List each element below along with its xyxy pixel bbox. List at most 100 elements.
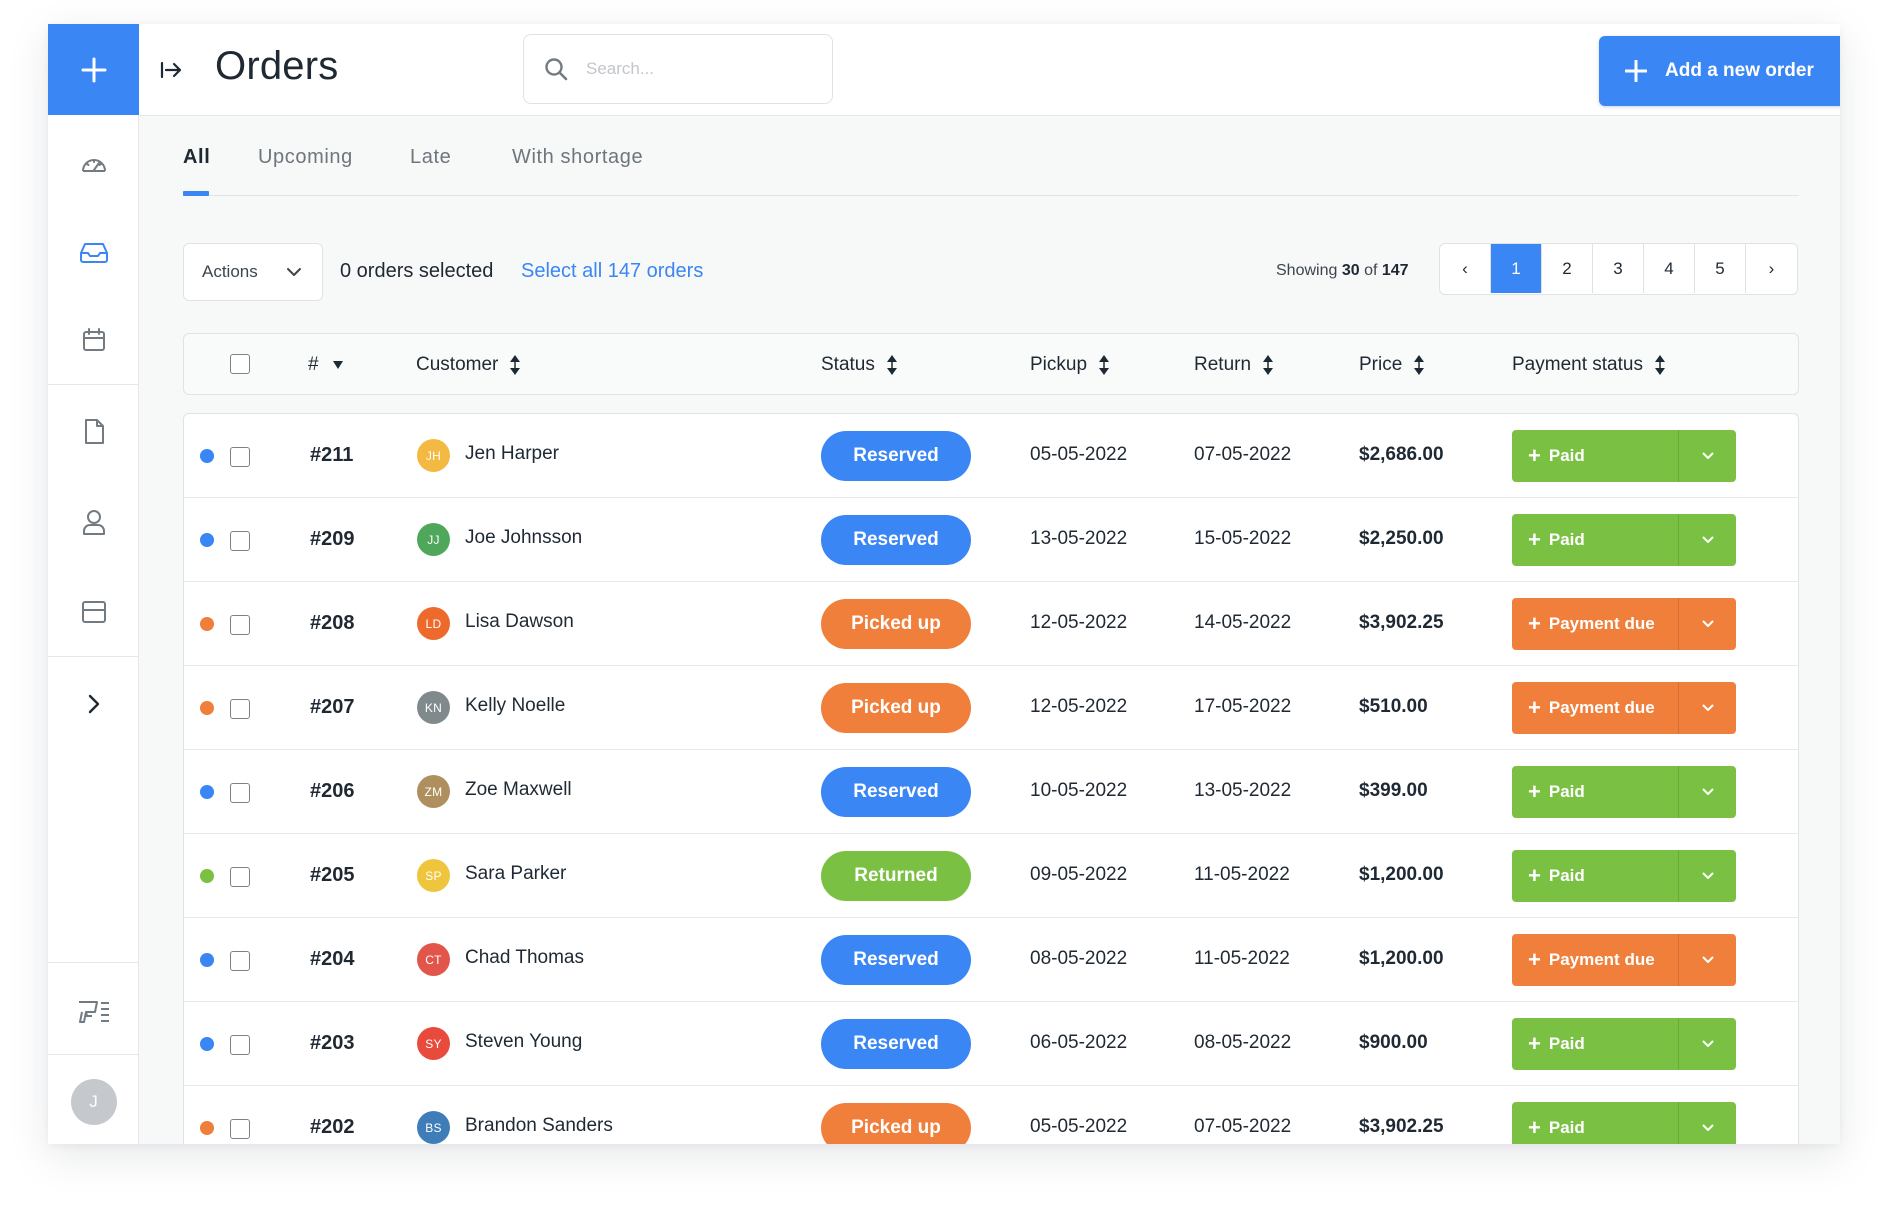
payment-status-button[interactable]: + Paid	[1512, 766, 1678, 818]
table-row[interactable]: #211 JH Jen Harper Reserved 05-05-2022 07-05-…	[184, 414, 1798, 498]
table-row[interactable]: #205 SP Sara Parker Returned 09-05-2022 11-05…	[184, 834, 1798, 918]
search-input[interactable]	[586, 59, 786, 79]
page-1-button[interactable]: 1	[1491, 244, 1542, 293]
row-checkbox[interactable]	[230, 951, 250, 971]
payment-options-dropdown[interactable]	[1678, 766, 1736, 818]
payment-options-dropdown[interactable]	[1678, 598, 1736, 650]
tab-upcoming[interactable]: Upcoming	[258, 146, 353, 169]
payment-options-dropdown[interactable]	[1678, 850, 1736, 902]
sidebar-item-customers[interactable]	[48, 482, 139, 562]
payment-options-dropdown[interactable]	[1678, 682, 1736, 734]
column-return[interactable]: Return	[1194, 354, 1274, 376]
sidebar-item-inventory[interactable]	[48, 572, 139, 652]
order-number[interactable]: #211	[310, 444, 353, 467]
order-number[interactable]: #208	[310, 612, 355, 635]
customer-name[interactable]: Jen Harper	[465, 443, 559, 465]
payment-options-dropdown[interactable]	[1678, 430, 1736, 482]
quick-add-button[interactable]	[48, 24, 139, 115]
payment-status-button[interactable]: + Payment due	[1512, 598, 1678, 650]
plus-icon: +	[1528, 443, 1541, 468]
payment-options-dropdown[interactable]	[1678, 1102, 1736, 1144]
sidebar-item-bulk-scan[interactable]	[48, 972, 139, 1052]
row-checkbox[interactable]	[230, 1035, 250, 1055]
payment-options-dropdown[interactable]	[1678, 1018, 1736, 1070]
payment-options-dropdown[interactable]	[1678, 514, 1736, 566]
payment-status-button[interactable]: + Paid	[1512, 1018, 1678, 1070]
payment-status-button[interactable]: + Paid	[1512, 1102, 1678, 1144]
actions-dropdown[interactable]: Actions	[183, 243, 323, 301]
payment-status-button[interactable]: + Payment due	[1512, 682, 1678, 734]
order-number[interactable]: #205	[310, 864, 355, 887]
order-number[interactable]: #206	[310, 780, 355, 803]
sidebar-item-calendar[interactable]	[48, 300, 139, 380]
table-row[interactable]: #209 JJ Joe Johnsson Reserved 13-05-2022 15-0…	[184, 498, 1798, 582]
payment-options-dropdown[interactable]	[1678, 934, 1736, 986]
sidebar-expand-button[interactable]	[48, 664, 139, 744]
order-price: $3,902.25	[1359, 612, 1444, 633]
tab-with-shortage[interactable]: With shortage	[512, 146, 643, 169]
table-row[interactable]: #207 KN Kelly Noelle Picked up 12-05-2022 17-…	[184, 666, 1798, 750]
page-4-button[interactable]: 4	[1644, 244, 1695, 293]
order-number[interactable]: #204	[310, 948, 355, 971]
column-price[interactable]: Price	[1359, 354, 1425, 376]
column-status[interactable]: Status	[821, 354, 897, 376]
column-pickup[interactable]: Pickup	[1030, 354, 1110, 376]
payment-status-label: Paid	[1548, 446, 1585, 465]
row-checkbox[interactable]	[230, 699, 250, 719]
customer-name[interactable]: Lisa Dawson	[465, 611, 574, 633]
customer-name[interactable]: Zoe Maxwell	[465, 779, 572, 801]
table-row[interactable]: #203 SY Steven Young Reserved 06-05-2022 08-0…	[184, 1002, 1798, 1086]
page-5-button[interactable]: 5	[1695, 244, 1746, 293]
order-number[interactable]: #203	[310, 1032, 355, 1055]
order-number[interactable]: #209	[310, 528, 355, 551]
sidebar-item-orders[interactable]	[48, 212, 139, 292]
payment-status-button[interactable]: + Paid	[1512, 514, 1678, 566]
customer-avatar: SY	[417, 1027, 450, 1060]
order-number[interactable]: #207	[310, 696, 355, 719]
column-payment-status[interactable]: Payment status	[1512, 354, 1665, 376]
customer-name[interactable]: Steven Young	[465, 1031, 582, 1053]
customer-name[interactable]: Joe Johnsson	[465, 527, 582, 549]
add-new-order-button[interactable]: Add a new order	[1599, 36, 1840, 106]
showing-count: 30	[1341, 262, 1360, 279]
table-row[interactable]: #206 ZM Zoe Maxwell Reserved 10-05-2022 13-05…	[184, 750, 1798, 834]
column-customer[interactable]: Customer	[416, 354, 521, 376]
sidebar-item-documents[interactable]	[48, 392, 139, 472]
row-checkbox[interactable]	[230, 615, 250, 635]
pickup-date: 09-05-2022	[1030, 864, 1128, 885]
select-all-checkbox[interactable]	[230, 354, 250, 374]
row-checkbox[interactable]	[230, 1119, 250, 1139]
collapse-sidebar-button[interactable]	[155, 54, 187, 86]
order-number[interactable]: #202	[310, 1116, 355, 1139]
plus-icon	[1625, 60, 1647, 82]
row-checkbox[interactable]	[230, 783, 250, 803]
app-window: J Orders Add a new order All Upcoming La…	[48, 24, 1840, 1144]
payment-status-button[interactable]: + Paid	[1512, 850, 1678, 902]
column-label: #	[308, 354, 319, 375]
next-page-button[interactable]: ›	[1746, 244, 1797, 293]
customer-name[interactable]: Chad Thomas	[465, 947, 584, 969]
status-dot	[200, 1037, 214, 1051]
search-box[interactable]	[523, 34, 833, 104]
row-checkbox[interactable]	[230, 867, 250, 887]
page-3-button[interactable]: 3	[1593, 244, 1644, 293]
page-2-button[interactable]: 2	[1542, 244, 1593, 293]
customer-name[interactable]: Brandon Sanders	[465, 1115, 613, 1137]
row-checkbox[interactable]	[230, 531, 250, 551]
previous-page-button[interactable]: ‹	[1440, 244, 1491, 293]
select-all-link[interactable]: Select all 147 orders	[521, 260, 703, 283]
tab-label: Upcoming	[258, 146, 353, 168]
table-row[interactable]: #202 BS Brandon Sanders Picked up 05-05-2022…	[184, 1086, 1798, 1144]
payment-status-button[interactable]: + Payment due	[1512, 934, 1678, 986]
user-menu[interactable]: J	[48, 1060, 139, 1144]
tab-late[interactable]: Late	[410, 146, 451, 169]
sidebar-item-dashboard[interactable]	[48, 124, 139, 204]
row-checkbox[interactable]	[230, 447, 250, 467]
table-row[interactable]: #208 LD Lisa Dawson Picked up 12-05-2022 14-0…	[184, 582, 1798, 666]
customer-name[interactable]: Sara Parker	[465, 863, 566, 885]
payment-status-button[interactable]: + Paid	[1512, 430, 1678, 482]
column-number[interactable]: #	[308, 354, 343, 376]
table-row[interactable]: #204 CT Chad Thomas Reserved 08-05-2022 11-05…	[184, 918, 1798, 1002]
tab-all[interactable]: All	[183, 146, 210, 196]
customer-name[interactable]: Kelly Noelle	[465, 695, 565, 717]
